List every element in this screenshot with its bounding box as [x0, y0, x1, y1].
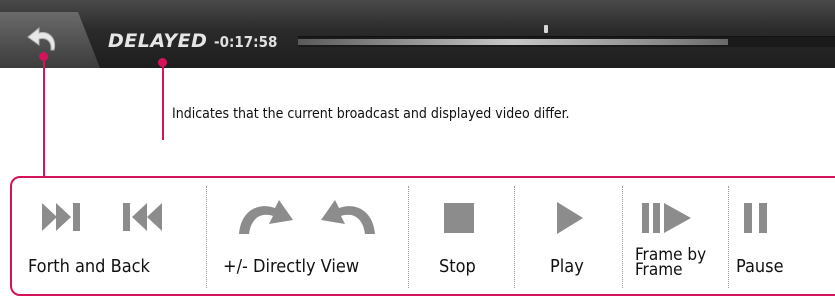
skip-back-icon — [120, 200, 166, 234]
control-pause[interactable]: Pause — [729, 178, 835, 290]
timeline-progress-fill — [298, 39, 728, 45]
stop-icon — [443, 202, 475, 234]
timeline-progress-bar[interactable] — [298, 25, 835, 47]
control-stop[interactable]: Stop — [409, 178, 514, 290]
callout-line-vertical-left — [43, 54, 45, 178]
skip-forward-icon — [40, 200, 86, 234]
control-label: +/- Directly View — [223, 256, 360, 277]
control-label: Pause — [736, 256, 784, 277]
control-forth-and-back[interactable]: Forth and Back — [12, 178, 206, 290]
rotate-back-icon — [317, 194, 381, 240]
play-icon — [555, 200, 585, 236]
control-label: Forth and Back — [28, 256, 150, 277]
frame-advance-icon — [641, 200, 693, 236]
control-directly-view[interactable]: +/- Directly View — [207, 178, 408, 290]
callout-line-vertical-delayed — [162, 60, 164, 140]
rotate-forward-icon — [233, 194, 297, 240]
delay-time-readout: -0:17:58 — [214, 33, 278, 51]
pause-icon — [743, 200, 769, 236]
playback-status-bar: DELAYED -0:17:58 — [0, 0, 835, 68]
live-position-marker — [544, 25, 548, 33]
control-frame-by-frame[interactable]: Frame by Frame — [623, 178, 728, 290]
delayed-annotation-text: Indicates that the current broadcast and… — [172, 106, 570, 122]
delayed-status-label: DELAYED — [108, 30, 208, 52]
callout-dot-back — [39, 52, 48, 61]
control-label: Play — [550, 256, 584, 277]
control-label: Stop — [439, 256, 476, 277]
control-label: Frame by Frame — [635, 245, 707, 280]
control-play[interactable]: Play — [515, 178, 622, 290]
callout-dot-delayed — [158, 58, 167, 67]
